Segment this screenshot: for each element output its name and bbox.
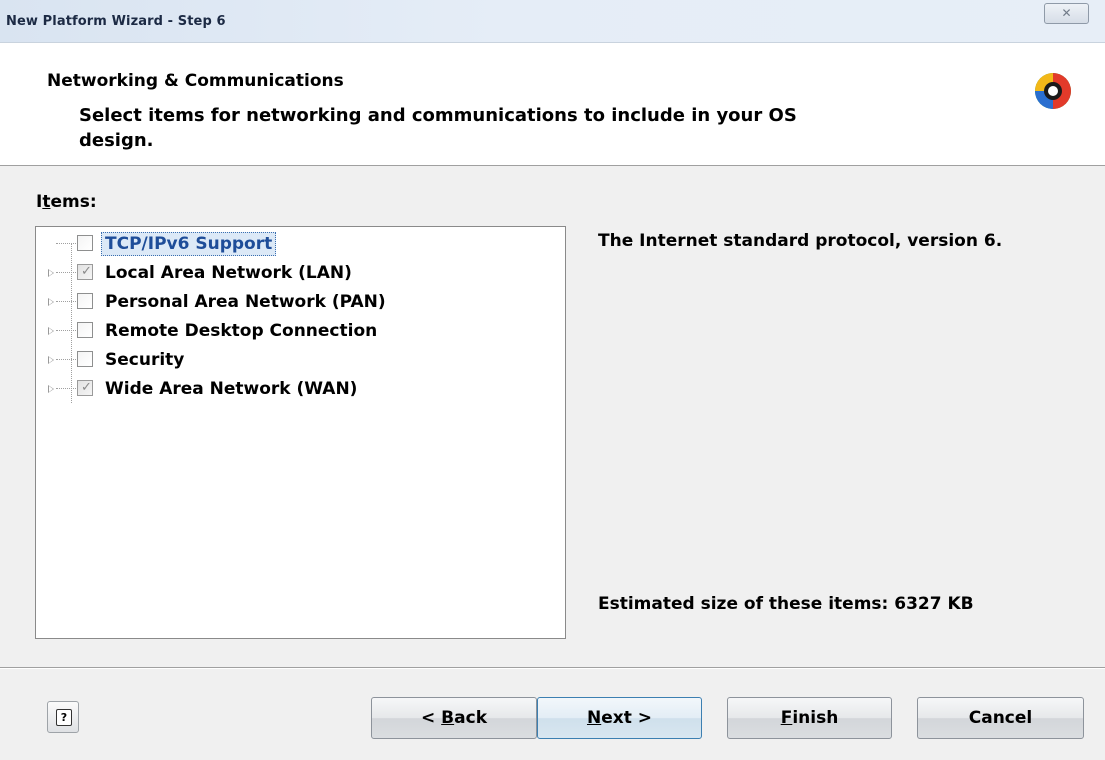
tree-connector [56,359,76,360]
tree-connector [56,272,76,273]
items-label: Items: [36,192,97,212]
page-title: Networking & Communications [47,71,344,91]
next-button[interactable]: Next > [537,697,702,739]
help-button[interactable]: ? [47,701,79,733]
tree-item-label: Local Area Network (LAN) [105,263,352,283]
items-tree[interactable]: TCP/IPv6 Support ✓ Local Area Network (L… [35,226,566,639]
tree-item-lan[interactable]: ✓ Local Area Network (LAN) [36,259,556,288]
finish-button[interactable]: Finish [727,697,892,739]
tree-item-checkbox[interactable]: ✓ [77,380,93,396]
close-icon: ✕ [1061,6,1072,20]
expand-arrow-icon[interactable] [48,356,54,364]
checkmark-icon: ✓ [81,380,92,395]
tree-connector [56,330,76,331]
expand-arrow-icon[interactable] [48,327,54,335]
tree-item-label: Wide Area Network (WAN) [105,379,358,399]
estimated-size: Estimated size of these items: 6327 KB [598,594,974,614]
tree-connector [56,301,76,302]
expand-arrow-icon[interactable] [48,269,54,277]
tree-item-wan[interactable]: ✓ Wide Area Network (WAN) [36,375,556,404]
item-description: The Internet standard protocol, version … [598,231,1003,251]
tree-item-label: Personal Area Network (PAN) [105,292,386,312]
expand-arrow-icon[interactable] [48,385,54,393]
expand-arrow-icon[interactable] [48,298,54,306]
tree-connector [56,388,76,389]
page-subtitle: Select items for networking and communic… [79,105,797,151]
close-button[interactable]: ✕ [1044,3,1089,24]
tree-item-pan[interactable]: Personal Area Network (PAN) [36,288,556,317]
tree-item-checkbox[interactable] [77,351,93,367]
tree-item-security[interactable]: Security [36,346,556,375]
tree-item-checkbox[interactable] [77,293,93,309]
tree-item-tcpipv6[interactable]: TCP/IPv6 Support [36,230,556,403]
platform-builder-logo-icon [1035,73,1071,109]
tree-item-remote-desktop[interactable]: Remote Desktop Connection [36,317,556,346]
cancel-button[interactable]: Cancel [917,697,1084,739]
tree-item-label: TCP/IPv6 Support [101,232,277,256]
title-bar: New Platform Wizard - Step 6 ✕ [0,0,1105,43]
checkmark-icon: ✓ [81,264,92,279]
tree-item-label: Remote Desktop Connection [105,321,378,341]
tree-item-checkbox[interactable]: ✓ [77,264,93,280]
footer-divider [0,667,1105,669]
tree-connector [56,243,76,244]
tree-item-checkbox[interactable] [77,322,93,338]
window-title: New Platform Wizard - Step 6 [6,14,226,29]
tree-item-checkbox[interactable] [77,235,93,251]
help-icon: ? [56,709,72,726]
tree-item-label: Security [105,350,185,370]
wizard-header: Networking & Communications Select items… [0,43,1105,166]
back-button[interactable]: < Back [371,697,537,739]
